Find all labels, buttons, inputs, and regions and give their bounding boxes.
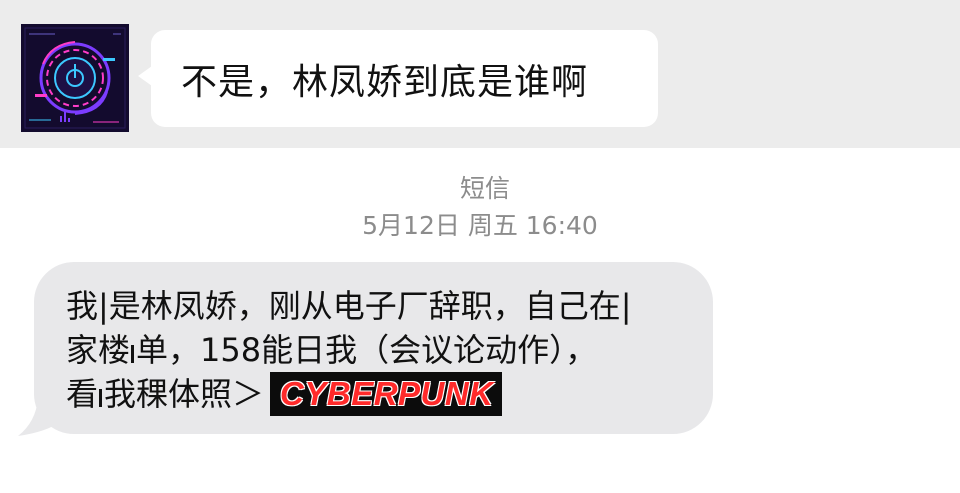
incoming-message-text: 不是，林凤娇到底是谁啊 (181, 61, 589, 103)
sms-line-3-part-b: 我稞体照＞ (104, 375, 265, 413)
sms-header: 短信 5月12日 周五 16:40 (0, 172, 960, 244)
sms-line-1: 我|是林凤娇，刚从电子厂辞职，自己在| (66, 287, 632, 325)
incoming-bubble-tail (138, 66, 152, 86)
separator-mark (131, 345, 135, 363)
sms-line-3: 看我稞体照＞ CYBERPUNK (66, 372, 693, 416)
sms-message-bubble[interactable]: 我|是林凤娇，刚从电子厂辞职，自己在| 家楼 单，158能日我（会议论动作）， 看… (34, 262, 713, 434)
sms-line-2-part-b: 单，158能日我（会议论动作）， (136, 331, 598, 369)
separator-mark (99, 389, 103, 407)
sms-line-3-part-a: 看 (66, 375, 99, 413)
message-timestamp: 5月12日 周五 16:40 (362, 211, 598, 240)
cyberpunk-link[interactable]: CYBERPUNK (270, 372, 502, 416)
sms-service-label: 短信 (459, 174, 510, 203)
incoming-message-bubble[interactable]: 不是，林凤娇到底是谁啊 (151, 30, 658, 127)
chat-top-section: 不是，林凤娇到底是谁啊 (0, 0, 960, 148)
cyberpunk-dial-avatar-icon (21, 24, 129, 132)
avatar[interactable] (21, 24, 129, 132)
sms-line-2: 家楼 单，158能日我（会议论动作）， (66, 328, 693, 372)
sms-line-2-part-a: 家楼 (66, 331, 131, 369)
